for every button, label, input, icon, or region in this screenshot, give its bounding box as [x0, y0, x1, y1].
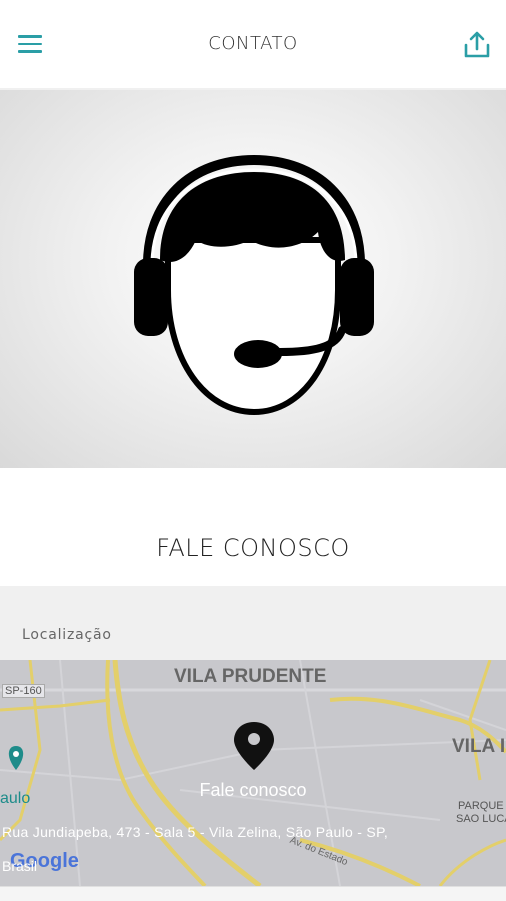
- map-district-label: VILA PRUDENTE: [174, 666, 327, 687]
- hero-banner: [0, 90, 506, 468]
- contact-us-button[interactable]: FALE CONOSCO: [0, 534, 506, 562]
- map-road-label: SP-160: [2, 684, 45, 698]
- customer-support-headset-icon: [134, 154, 374, 416]
- page-title: CONTATO: [208, 33, 298, 54]
- map-address-line1: Rua Jundiapeba, 473 - Sala 5 - Vila Zeli…: [2, 824, 389, 840]
- share-icon[interactable]: [461, 29, 493, 61]
- location-label: Localização: [22, 627, 112, 643]
- location-section: Localização VILA PRUDENTE VILA I SP-160 …: [0, 586, 506, 900]
- map-address-line2: Brasil: [2, 858, 38, 874]
- contact-cta-area: FALE CONOSCO: [0, 468, 506, 586]
- location-map[interactable]: VILA PRUDENTE VILA I SP-160 aulo PARQUE …: [0, 660, 506, 886]
- app-header: CONTATO: [0, 0, 506, 88]
- map-district-label-right: VILA I: [452, 736, 506, 757]
- map-marker-title: Fale conosco: [199, 780, 307, 800]
- bottom-strip: [0, 886, 506, 901]
- map-small-label-1: PARQUE: [458, 800, 504, 812]
- map-small-label-2: SAO LUCA: [456, 813, 506, 825]
